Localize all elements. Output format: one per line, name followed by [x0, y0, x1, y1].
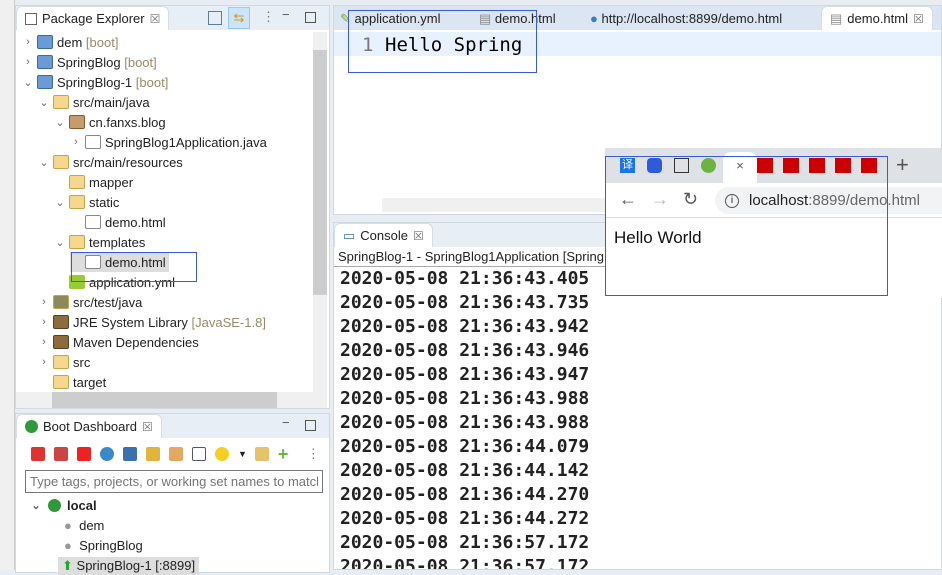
tree-item[interactable]: ⌄ src/main/java: [38, 92, 149, 112]
view-menu-icon[interactable]: ⋮: [307, 446, 320, 462]
tree-item[interactable]: › dem [boot]: [22, 32, 118, 52]
tree-item[interactable]: demo.html: [70, 212, 166, 232]
table-icon[interactable]: [192, 447, 206, 461]
console-line: 2020-05-08 21:36:43.946: [340, 340, 590, 361]
running-arrow-icon: ⬆: [62, 558, 73, 573]
view-title: Package Explorer: [42, 11, 145, 26]
tree-item[interactable]: ⌄ static: [54, 192, 119, 212]
close-icon[interactable]: ☒: [150, 12, 161, 26]
console-line: 2020-05-08 21:36:44.142: [340, 460, 590, 481]
collapse-icon[interactable]: [254, 447, 269, 461]
tree-item[interactable]: target: [38, 372, 106, 392]
restart-icon[interactable]: [31, 447, 45, 461]
tree-item[interactable]: › Maven Dependencies: [38, 332, 199, 352]
close-icon[interactable]: ☒: [413, 229, 424, 243]
tree-item[interactable]: ⌄ src/main/resources: [38, 152, 182, 172]
local-group[interactable]: ⌄ local: [30, 498, 96, 513]
app-item[interactable]: ● SpringBlog: [64, 538, 143, 553]
console-icon[interactable]: [123, 447, 137, 461]
spring-boot-icon: [48, 499, 61, 512]
background-window-strip: [0, 0, 15, 570]
dashboard-toolbar: ▼ + ⋮: [31, 445, 320, 463]
package-explorer-icon: [25, 12, 37, 25]
add-icon[interactable]: +: [278, 445, 292, 463]
close-icon[interactable]: ☒: [913, 12, 924, 26]
spring-boot-icon: [25, 420, 38, 433]
tree-item[interactable]: ⌄ SpringBlog-1 [boot]: [22, 72, 168, 92]
tree-item[interactable]: › SpringBlog1Application.java: [70, 132, 267, 152]
tree-item[interactable]: › src/test/java: [38, 292, 142, 312]
maximize-icon[interactable]: [305, 12, 316, 23]
package-explorer-view: Package Explorer ☒ ⇆ ⋮ − › dem [boot] › Spr…: [15, 5, 330, 409]
app-item-running[interactable]: ⬆ SpringBlog-1 [:8899]: [58, 557, 200, 575]
console-line: 2020-05-08 21:36:57.172: [340, 556, 590, 570]
horizontal-scrollbar[interactable]: [16, 392, 327, 408]
editor-tab-active[interactable]: ▤ demo.html ☒: [821, 6, 933, 30]
debug-icon[interactable]: [54, 447, 68, 461]
minimize-icon[interactable]: −: [282, 7, 290, 22]
tab-boot-dashboard[interactable]: Boot Dashboard ☒: [16, 414, 162, 438]
stop-icon[interactable]: [77, 447, 91, 461]
console-icon: ▭: [343, 227, 356, 243]
link-with-editor-icon[interactable]: ⇆: [228, 7, 250, 29]
project-tree: › dem [boot] › SpringBlog [boot] ⌄ SpringBl…: [16, 32, 313, 394]
new-tab-button[interactable]: +: [896, 152, 909, 178]
console-line: 2020-05-08 21:36:43.947: [340, 364, 590, 385]
close-icon[interactable]: ☒: [142, 420, 153, 434]
annotation-box: [605, 156, 888, 296]
console-line: 2020-05-08 21:36:57.172: [340, 532, 590, 553]
console-line: 2020-05-08 21:36:43.942: [340, 316, 590, 337]
annotation-box: [348, 10, 537, 73]
view-title: Boot Dashboard: [43, 419, 137, 434]
console-line: 2020-05-08 21:36:44.079: [340, 436, 590, 457]
console-line: 2020-05-08 21:36:43.988: [340, 412, 590, 433]
tab-package-explorer[interactable]: Package Explorer ☒: [16, 6, 170, 30]
vertical-scrollbar[interactable]: [313, 32, 327, 392]
maximize-icon[interactable]: [305, 420, 316, 431]
tree-item[interactable]: ⌄ cn.fanxs.blog: [54, 112, 165, 132]
boot-dashboard-view: Boot Dashboard ☒ − ▼ + ⋮ ⌄local ● dem ● S…: [15, 413, 330, 575]
tree-item[interactable]: › JRE System Library [JavaSE-1.8]: [38, 312, 266, 332]
editor-tab[interactable]: ● http://localhost:8899/demo.html: [590, 11, 782, 26]
console-output[interactable]: 2020-05-08 21:36:43.405 2020-05-08 21:36:…: [334, 267, 941, 570]
tab-console[interactable]: ▭ Console ☒: [334, 223, 433, 247]
tree-item[interactable]: ⌄ templates: [54, 232, 145, 252]
link-icon[interactable]: [146, 447, 160, 461]
collapse-all-icon[interactable]: [208, 11, 222, 25]
filter-input[interactable]: [25, 470, 323, 493]
tree-item[interactable]: › src: [38, 352, 90, 372]
selection-highlight-box: [71, 252, 197, 282]
console-line: 2020-05-08 21:36:44.272: [340, 508, 590, 529]
pencil-icon[interactable]: [169, 447, 183, 461]
console-line: 2020-05-08 21:36:43.988: [340, 388, 590, 409]
tree-item[interactable]: › SpringBlog [boot]: [22, 52, 157, 72]
tree-item[interactable]: mapper: [54, 172, 133, 192]
app-item[interactable]: ● dem: [64, 518, 104, 533]
console-line: 2020-05-08 21:36:44.270: [340, 484, 590, 505]
view-menu-icon[interactable]: ⋮: [262, 9, 275, 25]
minimize-icon[interactable]: −: [282, 415, 290, 430]
dropdown-icon[interactable]: ▼: [238, 449, 247, 459]
bulb-icon[interactable]: [215, 447, 229, 461]
globe-icon[interactable]: [100, 447, 114, 461]
